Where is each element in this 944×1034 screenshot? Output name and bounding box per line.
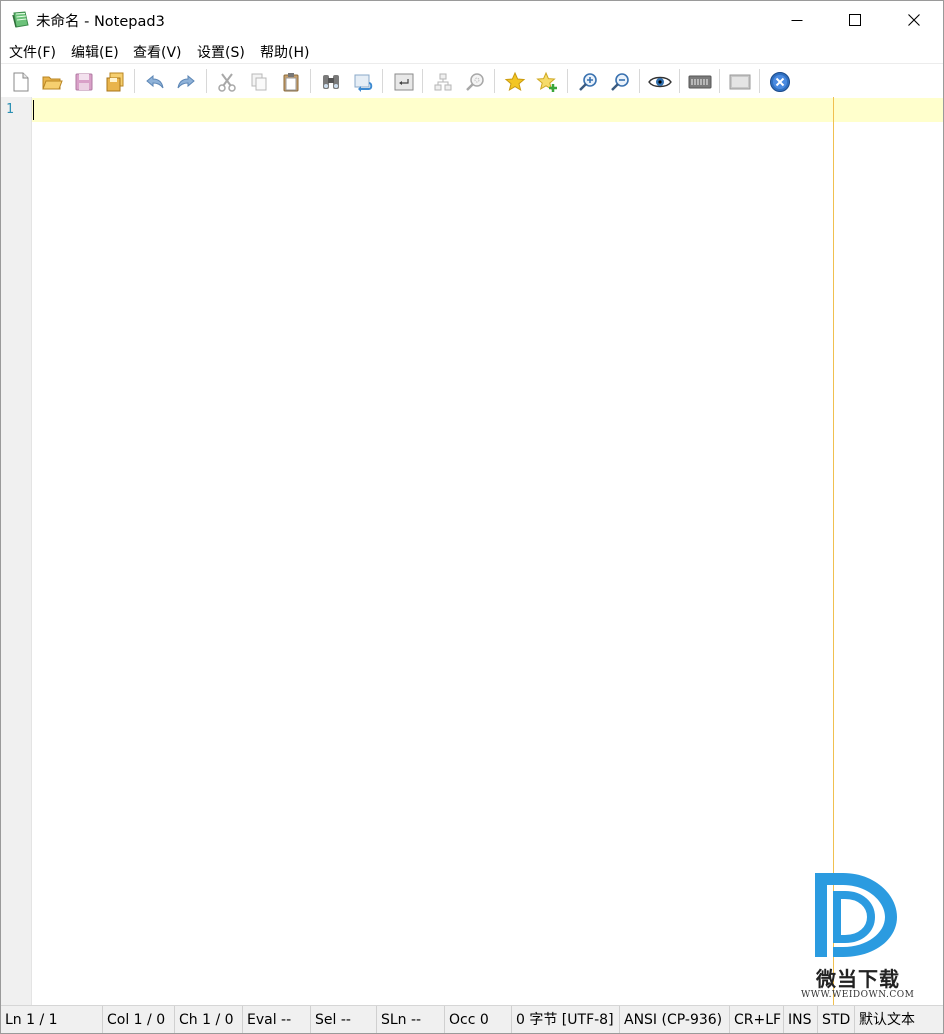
toolbar-separator bbox=[679, 69, 680, 93]
zoom-out-icon bbox=[611, 73, 629, 91]
screen-icon bbox=[729, 74, 751, 90]
paste-button[interactable] bbox=[277, 68, 305, 96]
cut-button[interactable] bbox=[213, 68, 241, 96]
status-lexer[interactable]: 默认文本 bbox=[855, 1006, 943, 1033]
find-icon bbox=[323, 75, 339, 89]
status-insert-mode[interactable]: INS bbox=[784, 1006, 818, 1033]
new-file-button[interactable] bbox=[7, 68, 35, 96]
fold-icon bbox=[434, 73, 452, 91]
minimize-icon bbox=[791, 19, 803, 21]
status-eval[interactable]: Eval -- bbox=[243, 1006, 311, 1033]
add-favorite-icon bbox=[536, 71, 557, 92]
copy-icon bbox=[251, 73, 267, 91]
mark-occurrences-icon bbox=[466, 73, 484, 91]
keyboard-icon bbox=[688, 75, 712, 89]
minimize-button[interactable] bbox=[768, 1, 826, 38]
status-column[interactable]: Col 1 / 0 bbox=[103, 1006, 175, 1033]
toolbar-separator bbox=[422, 69, 423, 93]
paste-icon bbox=[283, 73, 299, 92]
undo-button[interactable] bbox=[141, 68, 169, 96]
status-encoding[interactable]: ANSI (CP-936) bbox=[620, 1006, 730, 1033]
redo-button[interactable] bbox=[172, 68, 200, 96]
exit-icon bbox=[770, 72, 790, 92]
menu-bar: 文件(F) 编辑(E) 查看(V) 设置(S) 帮助(H) bbox=[1, 38, 943, 63]
status-eol[interactable]: CR+LF bbox=[730, 1006, 784, 1033]
notepad3-window: 未命名 - Notepad3 文件(F) 编辑(E) 查看(V) 设置(S) 帮… bbox=[0, 0, 944, 1034]
status-std[interactable]: STD bbox=[818, 1006, 855, 1033]
exit-button[interactable] bbox=[766, 68, 794, 96]
toolbar-separator bbox=[382, 69, 383, 93]
find-button[interactable] bbox=[317, 68, 345, 96]
replace-icon bbox=[354, 74, 373, 92]
open-folder-icon bbox=[42, 76, 63, 90]
mark-occurrences-button[interactable] bbox=[461, 68, 489, 96]
view-icon bbox=[648, 76, 672, 88]
keyboard-button[interactable] bbox=[686, 68, 714, 96]
toolbar-separator bbox=[567, 69, 568, 93]
copy-button[interactable] bbox=[245, 68, 273, 96]
maximize-button[interactable] bbox=[826, 1, 884, 38]
menu-edit[interactable]: 编辑(E) bbox=[71, 42, 119, 62]
status-selection[interactable]: Sel -- bbox=[311, 1006, 377, 1033]
zoom-in-icon bbox=[579, 73, 597, 91]
redo-icon bbox=[177, 74, 195, 89]
save-icon bbox=[75, 73, 93, 91]
open-button[interactable] bbox=[38, 68, 66, 96]
menu-file[interactable]: 文件(F) bbox=[9, 42, 56, 62]
close-icon bbox=[908, 13, 920, 26]
add-favorite-button[interactable] bbox=[533, 68, 561, 96]
new-file-icon bbox=[13, 72, 29, 92]
toolbar-separator bbox=[639, 69, 640, 93]
word-wrap-button[interactable] bbox=[390, 68, 418, 96]
status-occurrences[interactable]: Occ 0 bbox=[445, 1006, 512, 1033]
screen-button[interactable] bbox=[726, 68, 754, 96]
undo-icon bbox=[146, 74, 164, 89]
toolbar-separator bbox=[759, 69, 760, 93]
status-selected-lines[interactable]: SLn -- bbox=[377, 1006, 445, 1033]
current-line-highlight bbox=[32, 98, 943, 122]
status-line[interactable]: Ln 1 / 1 bbox=[1, 1006, 103, 1033]
save-button[interactable] bbox=[70, 68, 98, 96]
status-bar: Ln 1 / 1 Col 1 / 0 Ch 1 / 0 Eval -- Sel … bbox=[1, 1005, 943, 1033]
toolbar-separator bbox=[494, 69, 495, 93]
fold-button[interactable] bbox=[429, 68, 457, 96]
view-button[interactable] bbox=[646, 68, 674, 96]
menu-help[interactable]: 帮助(H) bbox=[260, 42, 309, 62]
window-title: 未命名 - Notepad3 bbox=[36, 14, 165, 30]
status-bytes[interactable]: 0 字节 [UTF-8] bbox=[512, 1006, 620, 1033]
zoom-out-button[interactable] bbox=[606, 68, 634, 96]
save-as-icon bbox=[106, 72, 124, 92]
line-number-gutter: 1 bbox=[1, 97, 32, 1005]
replace-button[interactable] bbox=[349, 68, 377, 96]
text-caret bbox=[33, 100, 34, 120]
toolbar-separator bbox=[310, 69, 311, 93]
line-number: 1 bbox=[6, 102, 14, 117]
favorites-icon bbox=[504, 71, 526, 92]
cut-icon bbox=[218, 73, 236, 92]
title-bar[interactable]: 未命名 - Notepad3 bbox=[1, 1, 943, 38]
toolbar-separator bbox=[719, 69, 720, 93]
watermark-text: 微当下载 bbox=[816, 967, 900, 991]
zoom-in-button[interactable] bbox=[574, 68, 602, 96]
toolbar-separator bbox=[134, 69, 135, 93]
menu-view[interactable]: 查看(V) bbox=[133, 42, 182, 62]
save-as-button[interactable] bbox=[101, 68, 129, 96]
toolbar bbox=[1, 63, 943, 98]
menu-settings[interactable]: 设置(S) bbox=[197, 42, 245, 62]
close-button[interactable] bbox=[885, 1, 943, 38]
watermark-url: WWW.WEIDOWN.COM bbox=[801, 990, 915, 1000]
word-wrap-icon bbox=[394, 73, 414, 91]
favorites-button[interactable] bbox=[501, 68, 529, 96]
toolbar-separator bbox=[206, 69, 207, 93]
maximize-icon bbox=[849, 13, 861, 26]
notepad-app-icon bbox=[11, 11, 31, 29]
status-char[interactable]: Ch 1 / 0 bbox=[175, 1006, 243, 1033]
